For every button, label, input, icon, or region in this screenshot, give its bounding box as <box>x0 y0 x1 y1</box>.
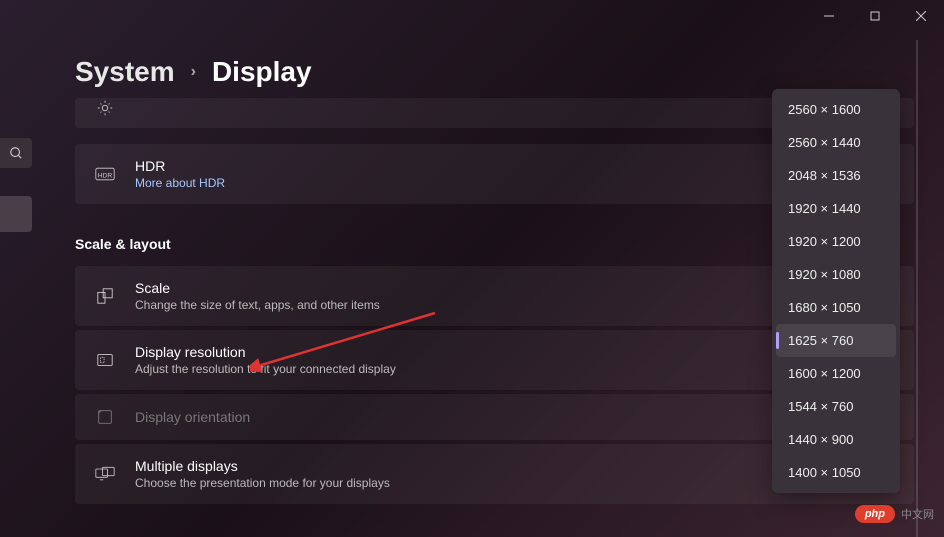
resolution-option[interactable]: 2560 × 1600 <box>776 93 896 126</box>
search-button[interactable] <box>0 138 32 168</box>
window-controls <box>806 0 944 32</box>
watermark-text: 中文网 <box>901 506 934 522</box>
sidebar-active-item[interactable] <box>0 196 32 232</box>
close-button[interactable] <box>898 0 944 32</box>
breadcrumb-parent[interactable]: System <box>75 56 175 88</box>
scale-icon <box>95 287 115 305</box>
multiple-displays-icon <box>95 466 115 482</box>
orientation-icon <box>95 408 115 426</box>
maximize-button[interactable] <box>852 0 898 32</box>
resolution-option[interactable]: 1920 × 1440 <box>776 192 896 225</box>
minimize-button[interactable] <box>806 0 852 32</box>
resolution-option[interactable]: 1920 × 1080 <box>776 258 896 291</box>
night-light-icon <box>95 99 115 117</box>
resolution-option[interactable]: 1625 × 760 <box>776 324 896 357</box>
resolution-option[interactable]: 2048 × 1536 <box>776 159 896 192</box>
resolution-option[interactable]: 1544 × 760 <box>776 390 896 423</box>
resolution-icon <box>95 351 115 369</box>
resolution-option[interactable]: 1680 × 1050 <box>776 291 896 324</box>
resolution-option[interactable]: 1400 × 1050 <box>776 456 896 489</box>
resolution-option[interactable]: 1440 × 900 <box>776 423 896 456</box>
scale-title: Scale <box>135 280 770 296</box>
resolution-option[interactable]: 2560 × 1440 <box>776 126 896 159</box>
breadcrumb: System › Display <box>75 56 312 88</box>
resolution-option[interactable]: 1600 × 1200 <box>776 357 896 390</box>
breadcrumb-current: Display <box>212 56 312 88</box>
scrollbar-track[interactable] <box>916 40 918 537</box>
svg-text:HDR: HDR <box>98 172 113 179</box>
watermark: php 中文网 <box>855 505 934 523</box>
scale-subtitle: Change the size of text, apps, and other… <box>135 298 770 312</box>
chevron-right-icon: › <box>191 63 196 81</box>
resolution-option[interactable]: 1920 × 1200 <box>776 225 896 258</box>
watermark-pill: php <box>855 505 895 523</box>
sidebar-sliver <box>0 138 32 232</box>
resolution-dropdown[interactable]: 2560 × 16002560 × 14402048 × 15361920 × … <box>772 89 900 493</box>
hdr-icon: HDR <box>95 167 115 181</box>
